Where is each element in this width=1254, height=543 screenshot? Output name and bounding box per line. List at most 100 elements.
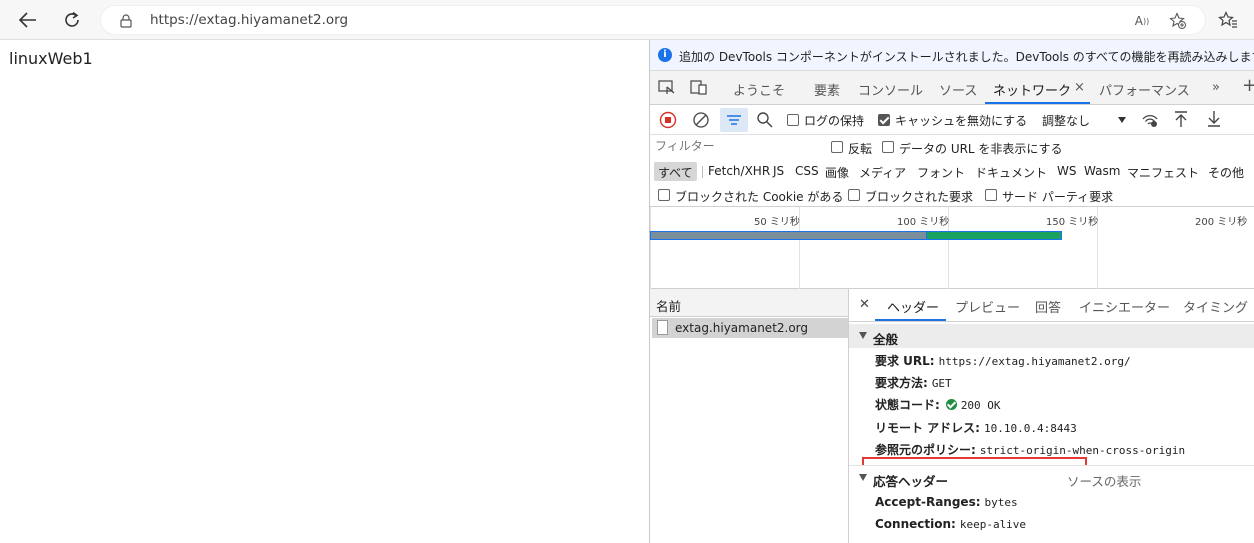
- request-method-value: GET: [931, 377, 952, 390]
- tab-preview[interactable]: プレビュー: [955, 297, 1020, 316]
- general-section-header[interactable]: 全般: [849, 324, 1254, 348]
- remote-address-row: リモート アドレス: 10.10.0.4:8443: [875, 419, 1077, 436]
- document-icon: [657, 320, 668, 335]
- type-fetch-xhr[interactable]: Fetch/XHR: [708, 164, 770, 178]
- devtools-panel: i 追加の DevTools コンポーネントがインストールされました。DevTo…: [649, 40, 1254, 543]
- table-row[interactable]: extag.hiyamanet2.org: [652, 318, 848, 338]
- page-body-text: linuxWeb1: [9, 49, 93, 68]
- type-document[interactable]: ドキュメント: [975, 164, 1047, 181]
- type-css[interactable]: CSS: [795, 164, 819, 178]
- type-js[interactable]: JS: [773, 164, 784, 178]
- detail-tab-bar: ✕ ヘッダー プレビュー 回答 イニシエーター タイミング: [849, 289, 1254, 322]
- clear-icon[interactable]: [692, 111, 710, 132]
- remote-address-label: リモート アドレス:: [875, 421, 980, 435]
- timeline-tick-200: 200 ミリ秒: [1195, 217, 1248, 228]
- add-favorite-icon[interactable]: [1167, 11, 1189, 31]
- invert-checkbox[interactable]: [831, 141, 843, 153]
- response-headers-title: 応答ヘッダー: [873, 474, 949, 489]
- filter-input[interactable]: [655, 139, 820, 153]
- chevron-down-icon[interactable]: [1118, 117, 1126, 123]
- type-manifest[interactable]: マニフェスト: [1127, 164, 1199, 181]
- name-header-label: 名前: [656, 299, 682, 314]
- record-icon[interactable]: [659, 111, 677, 132]
- status-code-value: 200 OK: [960, 399, 1001, 412]
- invert-label: 反転: [848, 142, 873, 156]
- third-party-label: サード パーティ要求: [1002, 190, 1114, 204]
- block-filter-row: ブロックされた Cookie がある ブロックされた要求 サード パーティ要求: [650, 183, 1254, 207]
- response-header-row: Connection: keep-alive: [875, 517, 1026, 531]
- third-party-checkbox[interactable]: [985, 189, 997, 201]
- hide-data-urls-checkbox[interactable]: [882, 141, 894, 153]
- request-list: extag.hiyamanet2.org: [650, 317, 849, 543]
- timeline-request-bar-download: [926, 231, 1062, 240]
- remote-address-value: 10.10.0.4:8443: [983, 422, 1077, 435]
- network-conditions-icon[interactable]: [1141, 111, 1159, 132]
- import-har-icon[interactable]: [1172, 110, 1190, 131]
- type-all[interactable]: すべて: [658, 164, 693, 181]
- info-message: 追加の DevTools コンポーネントがインストールされました。DevTool…: [679, 50, 1254, 64]
- timeline-tick-100: 100 ミリ秒: [897, 217, 950, 228]
- type-wasm[interactable]: Wasm: [1084, 164, 1120, 178]
- response-header-value: keep-alive: [959, 518, 1027, 531]
- status-code-label: 状態コード:: [875, 398, 940, 412]
- request-detail-panel: ✕ ヘッダー プレビュー 回答 イニシエーター タイミング 全般 要求 URL:…: [849, 289, 1254, 543]
- add-tab-icon[interactable]: +: [1242, 75, 1254, 96]
- active-tab-indicator: [985, 102, 1090, 104]
- tab-sources[interactable]: ソース: [939, 80, 977, 99]
- blocked-requests-checkbox[interactable]: [848, 189, 860, 201]
- address-bar[interactable]: https://extag.hiyamanet2.org A)): [100, 5, 1206, 35]
- read-aloud-icon[interactable]: A)): [1131, 11, 1153, 31]
- tab-initiator[interactable]: イニシエーター: [1079, 297, 1170, 316]
- type-media[interactable]: メディア: [859, 164, 906, 181]
- favorites-icon[interactable]: [1216, 8, 1240, 32]
- blocked-cookies-checkbox[interactable]: [658, 189, 670, 201]
- network-overview-timeline[interactable]: 50 ミリ秒 100 ミリ秒 150 ミリ秒 200 ミリ秒: [650, 207, 1254, 289]
- status-ok-icon: [945, 399, 957, 410]
- active-detail-tab-indicator: [875, 319, 946, 321]
- name-column-header[interactable]: 名前: [650, 289, 849, 317]
- tab-headers[interactable]: ヘッダー: [887, 297, 939, 316]
- timeline-tick-150: 150 ミリ秒: [1046, 217, 1099, 228]
- view-source-link[interactable]: ソースの表示: [1067, 471, 1141, 490]
- export-har-icon[interactable]: [1205, 110, 1223, 131]
- tab-welcome[interactable]: ようこそ: [733, 80, 785, 99]
- type-ws[interactable]: WS: [1057, 164, 1076, 178]
- inspect-element-icon[interactable]: [658, 79, 680, 97]
- request-url-label: 要求 URL:: [875, 354, 935, 368]
- tab-timing[interactable]: タイミング: [1183, 297, 1248, 316]
- type-separator: [702, 166, 703, 178]
- info-icon: i: [658, 48, 672, 62]
- resource-type-filter: すべて Fetch/XHR JS CSS 画像 メディア フォント ドキュメント…: [650, 159, 1254, 183]
- search-icon[interactable]: [756, 111, 774, 132]
- preserve-log-label: ログの保持: [804, 114, 865, 128]
- refresh-icon[interactable]: [60, 8, 84, 32]
- close-icon[interactable]: ✕: [859, 297, 870, 312]
- type-other[interactable]: その他: [1208, 164, 1244, 181]
- request-url-row: 要求 URL: https://extag.hiyamanet2.org/: [875, 352, 1131, 369]
- request-url-value: https://extag.hiyamanet2.org/: [938, 355, 1131, 368]
- referrer-policy-value: strict-origin-when-cross-origin: [979, 444, 1186, 457]
- throttling-select[interactable]: 調整なし: [1042, 112, 1090, 129]
- tab-response[interactable]: 回答: [1035, 297, 1061, 316]
- response-headers-section-header[interactable]: 応答ヘッダー ソースの表示: [849, 465, 1254, 489]
- tab-elements[interactable]: 要素: [814, 80, 840, 99]
- lock-icon[interactable]: [120, 13, 132, 32]
- network-toolbar: ログの保持 キャッシュを無効にする 調整なし: [650, 105, 1254, 135]
- preserve-log-checkbox[interactable]: [787, 114, 799, 126]
- timeline-gridline: [650, 207, 651, 289]
- type-image[interactable]: 画像: [825, 164, 849, 181]
- type-font[interactable]: フォント: [917, 164, 965, 181]
- request-method-row: 要求方法: GET: [875, 374, 952, 391]
- device-emulation-icon[interactable]: [690, 79, 712, 97]
- tab-console[interactable]: コンソール: [858, 80, 923, 99]
- tab-network[interactable]: ネットワーク: [993, 80, 1071, 99]
- more-tabs-icon[interactable]: »: [1212, 80, 1220, 95]
- response-header-value: bytes: [984, 496, 1018, 509]
- disable-cache-checkbox[interactable]: [878, 114, 890, 126]
- tab-performance[interactable]: パフォーマンス: [1099, 80, 1190, 99]
- tab-close-icon[interactable]: ×: [1074, 80, 1085, 95]
- filter-icon[interactable]: [720, 108, 748, 132]
- expand-triangle-icon: [859, 332, 867, 339]
- blocked-requests-label: ブロックされた要求: [865, 190, 974, 204]
- back-arrow-icon[interactable]: [16, 8, 40, 32]
